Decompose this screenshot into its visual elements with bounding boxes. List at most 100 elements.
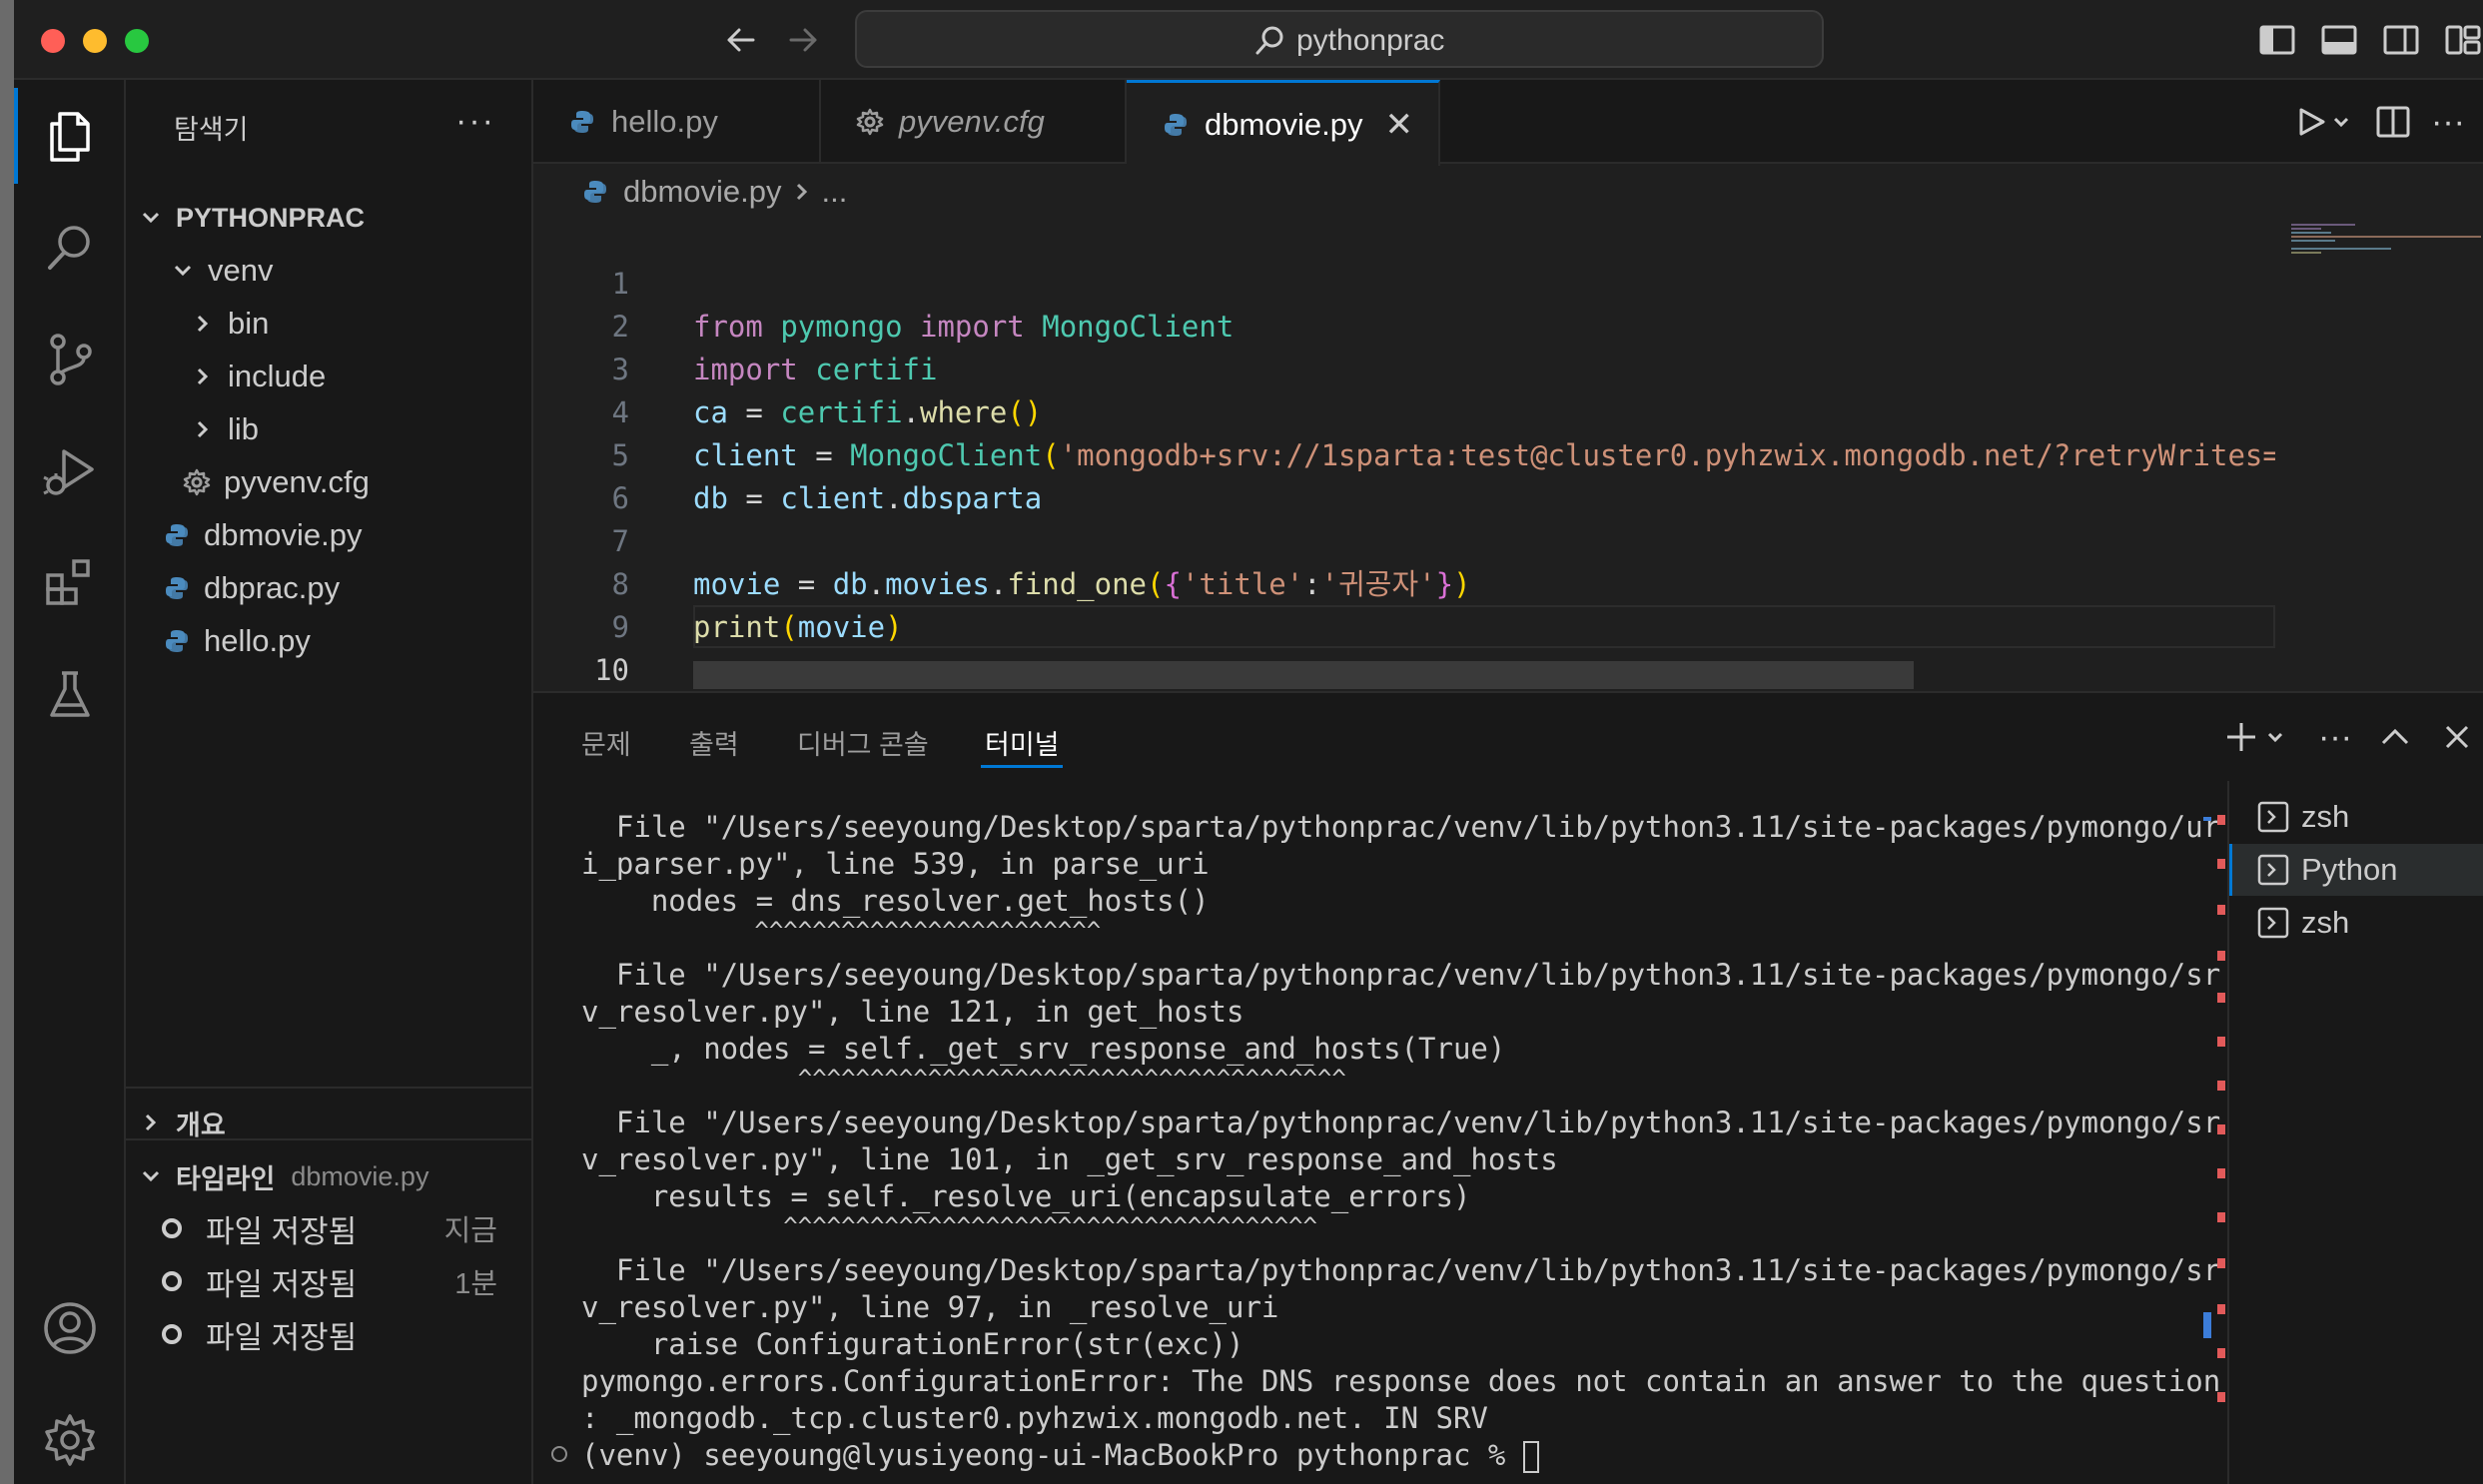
- terminal-name: zsh: [2301, 799, 2350, 834]
- minimap[interactable]: [2281, 220, 2481, 679]
- terminal-line: ^^^^^^^^^^^^^^^^^^^^^^^^^^^^^^^^^^^^^^: [581, 1065, 1346, 1093]
- circle-icon: [162, 1271, 182, 1291]
- tree-item-label: pyvenv.cfg: [224, 464, 370, 499]
- tab-pyvenv-cfg[interactable]: pyvenv.cfg: [821, 80, 1127, 164]
- explorer-more-actions-button[interactable]: ···: [455, 102, 495, 141]
- toggle-secondary-sidebar-icon[interactable]: [2379, 18, 2423, 62]
- explorer-sidebar: 탐색기 ··· PYTHONPRAC venv bin include lib …: [126, 80, 533, 1484]
- terminal-name: zsh: [2301, 905, 2350, 940]
- current-line-highlight: [693, 605, 2275, 648]
- terminal-output[interactable]: File "/Users/seeyoung/Desktop/sparta/pyt…: [581, 809, 2220, 1484]
- chevron-right-icon: [188, 309, 218, 339]
- terminal-line: ^^^^^^^^^^^^^^^^^^^^^^^^: [581, 917, 1102, 945]
- terminal-line: File "/Users/seeyoung/Desktop/sparta/pyt…: [581, 958, 2221, 992]
- terminal-line: pymongo.errors.ConfigurationError: The D…: [581, 1364, 2221, 1398]
- code-line: 7 movie = db.movies.find_one({'title':'귀…: [533, 477, 2281, 601]
- tree-file-dbmovie-py[interactable]: dbmovie.py: [126, 509, 533, 561]
- close-window-button[interactable]: [41, 29, 65, 53]
- code-line: 6: [533, 434, 2281, 515]
- maximize-window-button[interactable]: [125, 29, 149, 53]
- close-tab-icon[interactable]: ✕: [1385, 105, 1414, 145]
- tree-item-label: dbmovie.py: [204, 517, 363, 552]
- more-actions-icon[interactable]: ···: [2431, 100, 2465, 144]
- timeline-entry[interactable]: 파일 저장됨 지금: [126, 1202, 533, 1254]
- testing-icon[interactable]: [14, 639, 126, 751]
- workspace-title: pythonprac: [1296, 24, 1445, 57]
- tab-terminal[interactable]: 터미널: [985, 723, 1060, 762]
- editor-group: hello.py pyvenv.cfg dbmovie.py ✕ ··· dbm…: [533, 80, 2483, 691]
- code-line: 3 ca = certifi.where(): [533, 306, 2281, 429]
- terminal-line: v_resolver.py", line 97, in _resolve_uri: [581, 1290, 1279, 1324]
- terminal-instance-zsh[interactable]: zsh: [2229, 897, 2483, 949]
- chevron-down-icon: [136, 1161, 166, 1191]
- tab-debug-console[interactable]: 디버그 콘솔: [797, 723, 929, 762]
- tree-file-hello-py[interactable]: hello.py: [126, 615, 533, 667]
- terminal-line: File "/Users/seeyoung/Desktop/sparta/pyt…: [581, 1253, 2221, 1287]
- gear-icon: [182, 467, 212, 497]
- tree-file-pyvenv-cfg[interactable]: pyvenv.cfg: [126, 456, 533, 508]
- close-panel-icon[interactable]: [2435, 715, 2479, 759]
- tree-file-dbprac-py[interactable]: dbprac.py: [126, 562, 533, 614]
- terminal-icon: [2257, 801, 2289, 833]
- terminal-line: : _mongodb._tcp.cluster0.pyhzwix.mongodb…: [581, 1401, 1488, 1435]
- code-line: 9: [533, 563, 2281, 644]
- timeline-entry[interactable]: 파일 저장됨: [126, 1308, 533, 1360]
- code-line: 8 print(movie): [533, 520, 2281, 644]
- terminal-instance-zsh[interactable]: zsh: [2229, 791, 2483, 843]
- workspace-root-folder[interactable]: PYTHONPRAC: [126, 192, 533, 244]
- timeline-entry-label: 파일 저장됨: [206, 1266, 358, 1302]
- forward-arrow-icon[interactable]: [781, 18, 825, 62]
- tab-label: dbmovie.py: [1205, 106, 1363, 142]
- timeline-toggle[interactable]: 타임라인 dbmovie.py: [126, 1150, 533, 1202]
- code-line: 2 import certifi: [533, 263, 2281, 386]
- breadcrumb-file[interactable]: dbmovie.py: [623, 174, 782, 210]
- run-python-file-button[interactable]: [2289, 100, 2359, 144]
- terminal-instance-python[interactable]: Python: [2229, 844, 2483, 896]
- timeline-entry-time: 지금: [443, 1215, 497, 1247]
- tree-folder-include[interactable]: include: [126, 351, 533, 402]
- search-icon[interactable]: [14, 192, 126, 304]
- terminal-cursor: [1522, 1441, 1539, 1473]
- split-editor-icon[interactable]: [2371, 100, 2415, 144]
- toggle-primary-sidebar-icon[interactable]: [2255, 18, 2299, 62]
- back-arrow-icon[interactable]: [719, 18, 763, 62]
- new-terminal-button[interactable]: [2221, 715, 2301, 759]
- bottom-panel: 문제 출력 디버그 콘솔 터미널 ··· File "/Users/seeyou…: [533, 691, 2483, 1484]
- python-file-icon: [1161, 110, 1191, 140]
- accounts-icon[interactable]: [14, 1272, 126, 1384]
- customize-layout-icon[interactable]: [2441, 18, 2483, 62]
- timeline-entry-label: 파일 저장됨: [206, 1213, 358, 1249]
- gear-icon: [855, 107, 885, 137]
- tab-dbmovie-py[interactable]: dbmovie.py ✕: [1127, 80, 1440, 166]
- tree-folder-bin[interactable]: bin: [126, 298, 533, 350]
- tab-problems[interactable]: 문제: [581, 723, 631, 762]
- tab-output[interactable]: 출력: [689, 723, 739, 762]
- minimize-window-button[interactable]: [83, 29, 107, 53]
- extensions-icon[interactable]: [14, 527, 126, 639]
- run-and-debug-icon[interactable]: [14, 415, 126, 527]
- more-actions-icon[interactable]: ···: [2313, 715, 2357, 759]
- timeline-entry-time: 1분: [454, 1268, 497, 1300]
- source-control-icon[interactable]: [14, 304, 126, 415]
- timeline-entry-label: 파일 저장됨: [206, 1319, 358, 1355]
- tree-folder-venv[interactable]: venv: [126, 245, 533, 297]
- breadcrumb-symbol[interactable]: ...: [822, 174, 848, 210]
- tree-folder-lib[interactable]: lib: [126, 403, 533, 455]
- code-line: 4 client = MongoClient('mongodb+srv://1s…: [533, 349, 2281, 472]
- timeline-section: 타임라인 dbmovie.py 파일 저장됨 지금 파일 저장됨 1분 파일 저…: [126, 1138, 533, 1484]
- terminal-prompt-line: (venv) seeyoung@lyusiyeong-ui-MacBookPro…: [581, 1437, 1539, 1474]
- horizontal-scrollbar[interactable]: [693, 661, 1914, 689]
- editor-tab-bar: hello.py pyvenv.cfg dbmovie.py ✕ ···: [533, 80, 2483, 166]
- command-center-search[interactable]: pythonprac: [855, 10, 1824, 68]
- explorer-title: 탐색기: [174, 115, 249, 145]
- tab-hello-py[interactable]: hello.py: [533, 80, 821, 164]
- gear-icon[interactable]: [14, 1384, 126, 1484]
- maximize-panel-icon[interactable]: [2373, 715, 2417, 759]
- terminal-line: ^^^^^^^^^^^^^^^^^^^^^^^^^^^^^^^^^^^^^: [581, 1212, 1317, 1240]
- explorer-icon[interactable]: [14, 80, 126, 192]
- tab-label: pyvenv.cfg: [899, 104, 1045, 139]
- tree-item-label: dbprac.py: [204, 570, 341, 605]
- outline-section-header[interactable]: 개요: [126, 1087, 533, 1140]
- toggle-panel-icon[interactable]: [2317, 18, 2361, 62]
- timeline-entry[interactable]: 파일 저장됨 1분: [126, 1255, 533, 1307]
